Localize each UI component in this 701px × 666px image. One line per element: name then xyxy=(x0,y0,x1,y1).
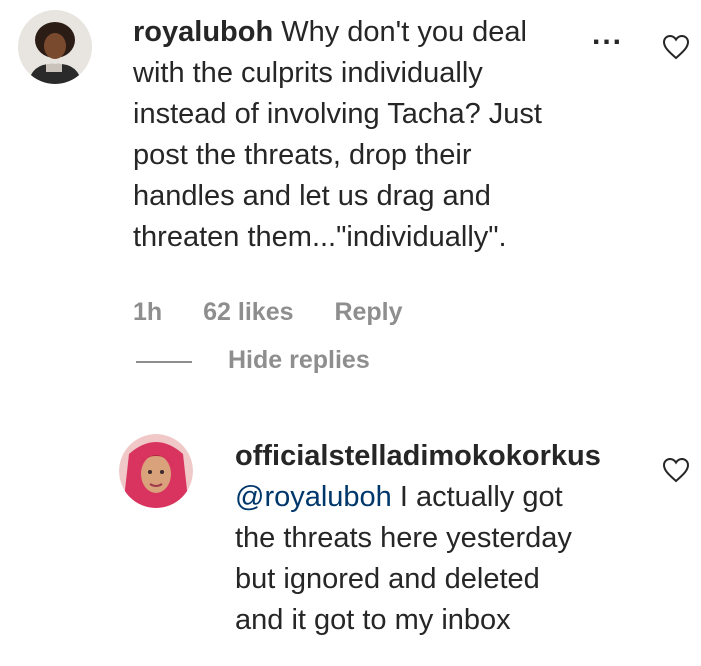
comment-line: threaten them..."individually". xyxy=(133,221,507,253)
comment-text-lines: with the culprits individually instead o… xyxy=(133,53,603,258)
reply-mention[interactable]: @royaluboh xyxy=(235,481,392,513)
reply-text-first: I actually got xyxy=(391,481,563,513)
comment-body: royaluboh Why don't you deal xyxy=(133,12,583,53)
reply-line: the threats here yesterday xyxy=(235,522,572,554)
avatar-image xyxy=(119,434,193,508)
avatar-image xyxy=(18,10,92,84)
avatar-officialstelladimokokorkus[interactable] xyxy=(119,434,193,508)
comment-username[interactable]: royaluboh xyxy=(133,16,273,48)
comment-line: instead of involving Tacha? Just xyxy=(133,98,542,130)
comment-line: post the threats, drop their xyxy=(133,139,472,171)
avatar-royaluboh[interactable] xyxy=(18,10,92,84)
hide-replies-button[interactable]: Hide replies xyxy=(228,346,370,375)
reply-line: but ignored and deleted xyxy=(235,563,540,595)
comment-time[interactable]: 1h xyxy=(133,298,162,326)
comment-text-first: Why don't you deal xyxy=(281,16,527,48)
heart-outline-icon[interactable] xyxy=(662,457,690,483)
comment-likes[interactable]: 62 likes xyxy=(203,298,293,326)
text-fade xyxy=(545,14,585,54)
comment-line: with the culprits individually xyxy=(133,57,483,89)
replies-divider-line xyxy=(136,361,192,363)
heart-outline-icon[interactable] xyxy=(662,34,690,60)
reply-username[interactable]: officialstelladimokokorkus xyxy=(235,436,601,477)
reply-line: and it got to my inbox xyxy=(235,604,511,636)
comment-meta: 1h 62 likes Reply xyxy=(133,298,403,327)
reply-button[interactable]: Reply xyxy=(334,298,402,326)
more-options-icon[interactable]: ... xyxy=(592,18,623,52)
comment-line: handles and let us drag and xyxy=(133,180,491,212)
reply-body: @royaluboh I actually got the threats he… xyxy=(235,477,655,641)
